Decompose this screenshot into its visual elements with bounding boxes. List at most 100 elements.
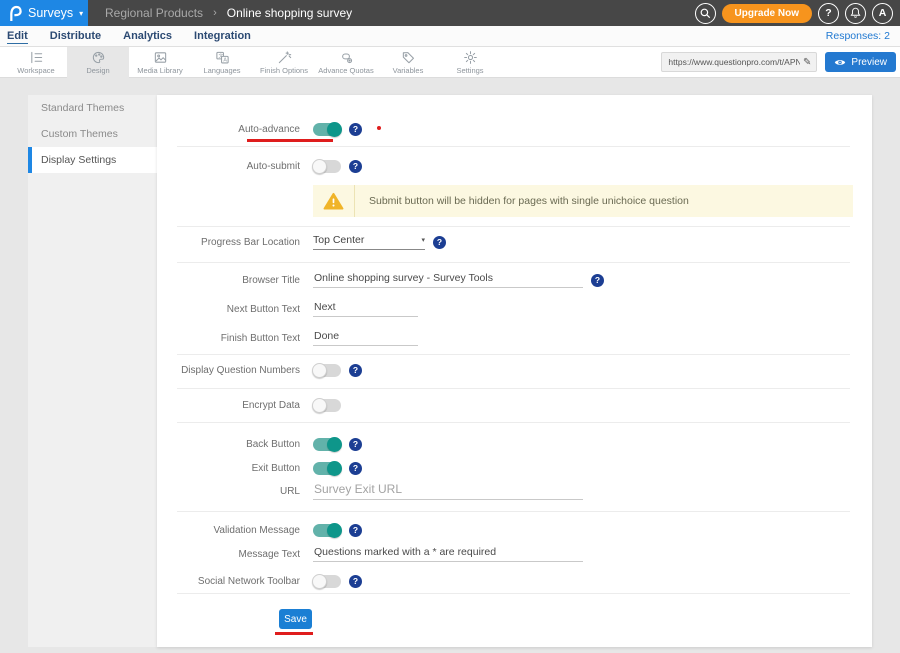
auto-advance-toggle[interactable] <box>313 123 341 136</box>
social-network-toolbar-help-icon[interactable]: ? <box>349 575 362 588</box>
exit-url-row: URL <box>157 481 872 501</box>
progress-bar-help-icon[interactable]: ? <box>433 236 446 249</box>
topbar-actions: Upgrade Now ? A <box>695 2 893 24</box>
breadcrumb-current: Online shopping survey <box>227 6 352 20</box>
exit-button-label: Exit Button <box>157 463 300 474</box>
browser-title-input[interactable] <box>313 272 583 288</box>
breadcrumb-separator-icon: › <box>213 7 217 19</box>
divider <box>177 146 850 147</box>
app-window: Surveys ▾ Regional Products › Online sho… <box>0 0 900 653</box>
toolbar-item-design[interactable]: Design <box>67 47 129 78</box>
sidebar-item-standard-themes[interactable]: Standard Themes <box>28 95 157 121</box>
divider <box>177 593 850 594</box>
exit-url-input[interactable] <box>313 482 583 500</box>
message-text-input[interactable] <box>313 546 583 562</box>
auto-submit-help-icon[interactable]: ? <box>349 160 362 173</box>
divider <box>177 511 850 512</box>
search-button[interactable] <box>695 3 716 24</box>
divider <box>177 388 850 389</box>
toolbar-item-settings[interactable]: Settings <box>439 47 501 78</box>
responses-count[interactable]: Responses: 2 <box>826 30 890 42</box>
toolbar-item-media-library[interactable]: Media Library <box>129 47 191 78</box>
finish-button-text-input[interactable] <box>313 330 418 346</box>
browser-title-help-icon[interactable]: ? <box>591 274 604 287</box>
toolbar-item-variables[interactable]: Variables <box>377 47 439 78</box>
encrypt-data-toggle[interactable] <box>313 399 341 412</box>
annotation-underline-auto-advance <box>247 139 333 142</box>
survey-url-input[interactable] <box>662 57 803 67</box>
back-button-help-icon[interactable]: ? <box>349 438 362 451</box>
tab-edit[interactable]: Edit <box>7 29 28 44</box>
toolbar-item-workspace[interactable]: Workspace <box>5 47 67 78</box>
browser-title-row: Browser Title ? <box>157 271 872 289</box>
auto-submit-toggle[interactable] <box>313 160 341 173</box>
toolbar-item-languages[interactable]: 文A Languages <box>191 47 253 78</box>
validation-message-toggle[interactable] <box>313 524 341 537</box>
brand-label: Surveys <box>28 6 73 20</box>
toggle-knob <box>327 122 342 137</box>
progress-bar-location-select[interactable]: Top Center ▾ <box>313 234 425 250</box>
save-button[interactable]: Save <box>279 609 312 629</box>
validation-message-help-icon[interactable]: ? <box>349 524 362 537</box>
toolbar-right: ✎ Preview <box>661 52 896 72</box>
progress-bar-location-row: Progress Bar Location Top Center ▾ ? <box>157 233 872 251</box>
divider <box>177 226 850 227</box>
divider <box>177 422 850 423</box>
warning-icon <box>313 185 355 217</box>
next-button-text-input[interactable] <box>313 301 418 317</box>
next-button-text-label: Next Button Text <box>157 304 300 315</box>
toolbar-items: Workspace Design Media Library 文A Langua… <box>5 47 501 78</box>
languages-icon: 文A <box>215 51 230 65</box>
tab-integration[interactable]: Integration <box>194 29 251 43</box>
progress-bar-location-label: Progress Bar Location <box>157 237 300 248</box>
tab-analytics[interactable]: Analytics <box>123 29 172 43</box>
validation-message-row: Validation Message ? <box>157 521 872 539</box>
exit-button-help-icon[interactable]: ? <box>349 462 362 475</box>
encrypt-data-row: Encrypt Data <box>157 396 872 414</box>
encrypt-data-label: Encrypt Data <box>157 400 300 411</box>
annotation-underline-save <box>275 632 313 635</box>
questionpro-logo-icon <box>9 5 22 21</box>
avatar[interactable]: A <box>872 3 893 24</box>
social-network-toolbar-toggle[interactable] <box>313 575 341 588</box>
exit-button-toggle[interactable] <box>313 462 341 475</box>
validation-message-label: Validation Message <box>157 525 300 536</box>
toggle-knob <box>312 398 327 413</box>
toolbar-item-advance-quotas[interactable]: Advance Quotas <box>315 47 377 78</box>
upgrade-button[interactable]: Upgrade Now <box>722 4 812 23</box>
toggle-knob <box>312 363 327 378</box>
progress-bar-location-value: Top Center <box>313 234 364 246</box>
divider <box>177 354 850 355</box>
surveys-menu[interactable]: Surveys ▾ <box>0 0 88 26</box>
next-button-text-row: Next Button Text <box>157 300 872 318</box>
auto-advance-label: Auto-advance <box>157 124 300 135</box>
toggle-knob <box>312 159 327 174</box>
sidebar-item-custom-themes[interactable]: Custom Themes <box>28 121 157 147</box>
back-button-toggle[interactable] <box>313 438 341 451</box>
exit-url-label: URL <box>157 486 300 497</box>
toggle-knob <box>312 574 327 589</box>
eye-icon <box>834 58 846 67</box>
auto-advance-help-icon[interactable]: ? <box>349 123 362 136</box>
help-button[interactable]: ? <box>818 3 839 24</box>
settings-icon <box>463 51 478 65</box>
display-question-numbers-toggle[interactable] <box>313 364 341 377</box>
exit-button-row: Exit Button ? <box>157 459 872 477</box>
survey-nav: Edit Distribute Analytics Integration Re… <box>0 26 900 47</box>
display-question-numbers-row: Display Question Numbers ? <box>157 361 872 379</box>
auto-submit-label: Auto-submit <box>157 161 300 172</box>
display-question-numbers-help-icon[interactable]: ? <box>349 364 362 377</box>
design-icon <box>91 51 106 65</box>
message-text-row: Message Text <box>157 545 872 563</box>
toolbar-item-finish-options[interactable]: Finish Options <box>253 47 315 78</box>
toggle-knob <box>327 461 342 476</box>
preview-button[interactable]: Preview <box>825 52 896 72</box>
edit-url-icon[interactable]: ✎ <box>803 57 816 68</box>
annotation-red-dot <box>377 126 381 130</box>
social-network-toolbar-label: Social Network Toolbar <box>157 576 300 587</box>
divider <box>177 262 850 263</box>
tab-distribute[interactable]: Distribute <box>50 29 101 43</box>
breadcrumb-parent[interactable]: Regional Products <box>105 6 203 20</box>
notifications-button[interactable] <box>845 3 866 24</box>
sidebar-item-display-settings[interactable]: Display Settings <box>28 147 157 173</box>
